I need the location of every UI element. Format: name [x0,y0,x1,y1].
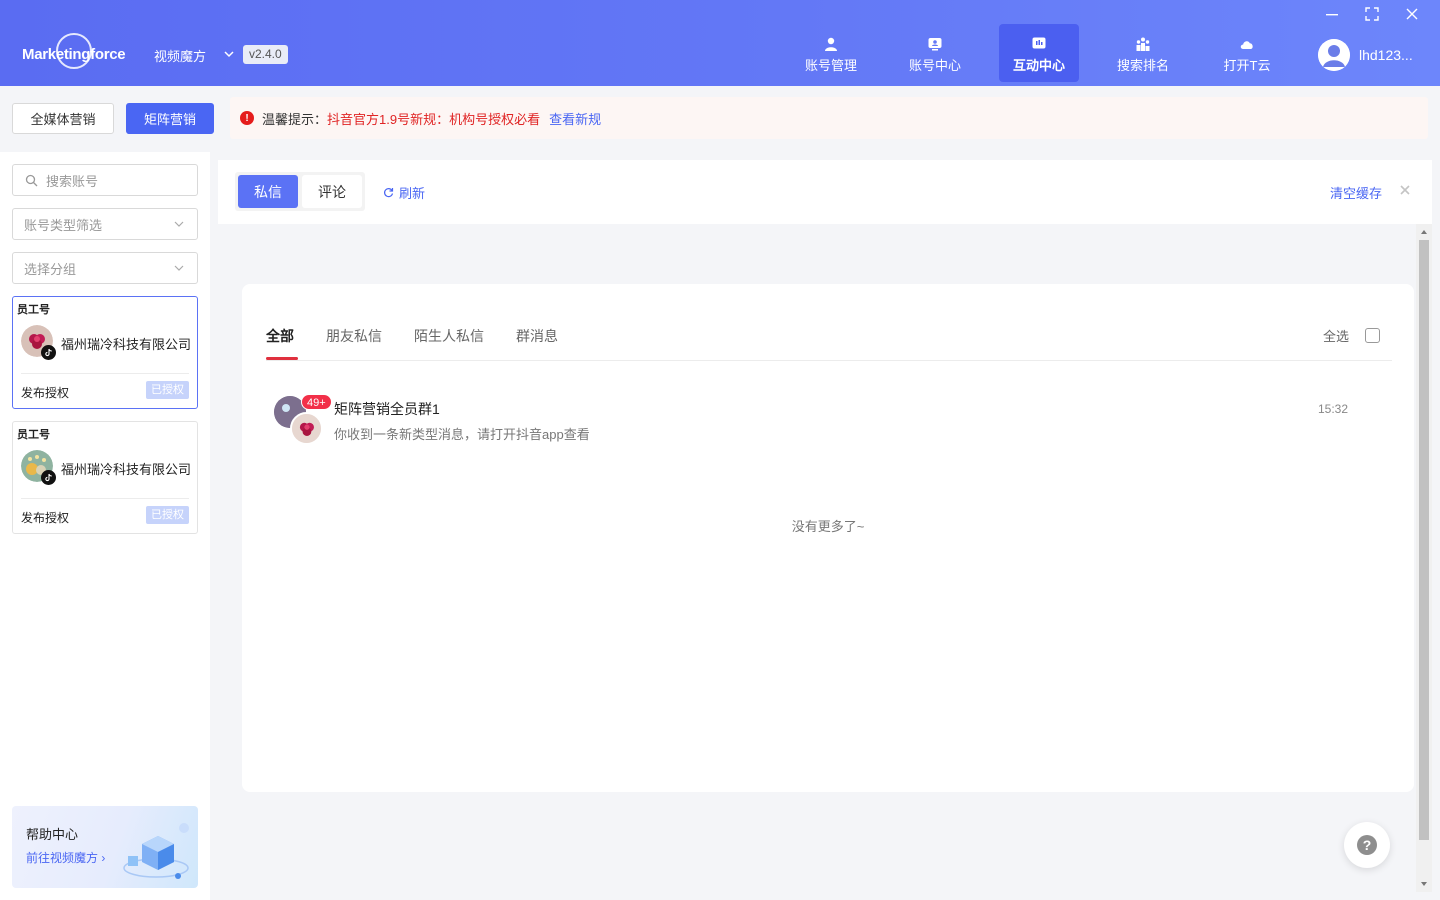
ranking-icon [1136,37,1150,51]
list-item[interactable]: 49+ 矩阵营销全员群1 你收到一条新类型消息，请打开抖音app查看 15:32 [274,394,1378,448]
select-all[interactable]: 全选 [1323,326,1381,345]
account-card[interactable]: 员工号 福州瑞冷科技有限公司 发布授权 已授权 [12,421,198,534]
question-icon: ? [1357,835,1377,855]
sidebar: 搜索账号 账号类型筛选 选择分组 员工号 福州瑞冷科技有限公司 发布授权 已授权… [0,152,210,900]
maximize-icon[interactable] [1364,6,1380,22]
segmented-control: 私信 评论 [235,172,365,211]
nav-account-center[interactable]: 账号中心 [895,24,975,82]
account-center-icon [928,38,942,51]
active-tab-indicator [266,357,298,360]
user-avatar-icon [1318,39,1350,71]
avatar [1318,39,1350,71]
avatar [21,450,56,485]
nav-open-tcloud[interactable]: 打开T云 [1207,24,1287,82]
tab-friend-messages[interactable]: 朋友私信 [326,326,382,346]
publish-auth-label: 发布授权 [21,511,70,525]
publish-auth-label: 发布授权 [21,386,70,400]
message-panel: 全部 朋友私信 陌生人私信 群消息 全选 49+ 矩阵营销全员群1 你收到一条新… [242,284,1414,792]
status-badge: 已授权 [146,506,189,524]
group-avatar: 49+ [274,394,332,446]
group-select-label: 选择分组 [24,261,77,277]
account-type-tag: 员工号 [17,304,50,316]
help-center-title: 帮助中心 [26,827,79,842]
account-card[interactable]: 员工号 福州瑞冷科技有限公司 发布授权 已授权 [12,296,198,409]
tab-stranger-messages[interactable]: 陌生人私信 [414,326,484,346]
nav-label: 互动中心 [1012,58,1065,73]
chevron-down-icon[interactable] [222,47,236,61]
cube-illustration-icon [123,823,189,879]
nav-label: 账号中心 [908,58,961,73]
avatar [21,325,56,360]
cloud-icon [1240,41,1253,49]
select-all-checkbox[interactable] [1365,328,1381,343]
scroll-thumb[interactable] [1419,240,1429,840]
nav-account-management[interactable]: 账号管理 [791,24,871,82]
help-center-card[interactable]: 帮助中心 前往视频魔方 › [12,806,198,888]
search-placeholder: 搜索账号 [46,173,99,189]
status-badge: 已授权 [146,381,189,399]
no-more-text: 没有更多了~ [791,519,865,534]
chevron-down-icon [174,221,184,227]
refresh-icon [384,188,394,198]
user-icon [825,37,837,51]
title-bar: Marketingforce 视频魔方 v2.4.0 账号管理 账号中心 互动中… [0,0,1440,86]
nav-label: 搜索排名 [1116,58,1169,73]
notice-text: 抖音官方1.9号新规：机构号授权必看 [327,111,541,127]
refresh-label: 刷新 [399,186,426,201]
minimize-icon[interactable] [1324,6,1340,22]
flower-avatar-icon [290,412,323,445]
refresh-button[interactable]: 刷新 [383,183,425,202]
close-icon[interactable] [1399,184,1411,196]
account-type-filter-label: 账号类型筛选 [24,217,103,233]
toolbar: 私信 评论 刷新 清空缓存 [218,160,1432,224]
nav-label: 打开T云 [1223,58,1271,73]
logo-ring [56,33,92,69]
notice-label: 温馨提示： [262,111,328,127]
go-to-video-magic-link[interactable]: 前往视频魔方 › [26,849,105,866]
tab-group-messages[interactable]: 群消息 [516,326,558,346]
message-tabs: 全部 朋友私信 陌生人私信 群消息 全选 [266,316,1392,361]
scrollbar[interactable] [1416,224,1432,892]
alert-icon: ! [240,111,254,125]
nav-search-ranking[interactable]: 搜索排名 [1103,24,1183,82]
nav-label: 账号管理 [804,58,857,73]
account-name: 福州瑞冷科技有限公司 [61,462,191,477]
close-icon[interactable] [1404,6,1420,22]
account-name: 福州瑞冷科技有限公司 [61,337,191,352]
message-preview: 你收到一条新类型消息，请打开抖音app查看 [334,427,590,442]
tab-direct-messages[interactable]: 私信 [238,175,298,208]
group-select[interactable]: 选择分组 [12,252,198,284]
message-title: 矩阵营销全员群1 [334,401,440,417]
unread-badge: 49+ [301,394,332,410]
tab-all[interactable]: 全部 [266,326,294,346]
tiktok-icon [41,470,56,485]
search-icon [25,174,38,186]
scroll-up-icon[interactable] [1420,228,1428,236]
tiktok-icon [41,345,56,360]
nav-interaction-center[interactable]: 互动中心 [999,24,1079,82]
account-type-tag: 员工号 [17,429,50,441]
main-content: 私信 评论 刷新 清空缓存 全部 朋友私信 陌生人私信 群消息 全选 49+ 矩… [218,160,1432,892]
user-menu[interactable]: lhd123... [1318,39,1413,71]
user-name: lhd123... [1359,47,1413,63]
scroll-down-icon[interactable] [1420,880,1428,888]
divider [21,498,189,499]
all-media-marketing-button[interactable]: 全媒体营销 [12,103,114,134]
clear-cache-button[interactable]: 清空缓存 [1330,183,1382,202]
tab-comments[interactable]: 评论 [302,175,362,208]
divider [21,373,189,374]
chat-icon [1032,37,1046,49]
matrix-marketing-button[interactable]: 矩阵营销 [126,103,214,134]
app-name[interactable]: 视频魔方 [154,46,206,65]
version-badge: v2.4.0 [243,45,288,64]
notice-bar: ! 温馨提示： 抖音官方1.9号新规：机构号授权必看 查看新规 [230,97,1428,139]
logo: Marketingforce [22,33,126,72]
select-all-label: 全选 [1323,329,1350,344]
search-input[interactable]: 搜索账号 [12,164,198,196]
chevron-down-icon [174,265,184,271]
help-button[interactable]: ? [1344,822,1390,868]
message-time: 15:32 [1317,402,1348,416]
account-type-filter[interactable]: 账号类型筛选 [12,208,198,240]
view-new-rules-link[interactable]: 查看新规 [549,109,601,128]
